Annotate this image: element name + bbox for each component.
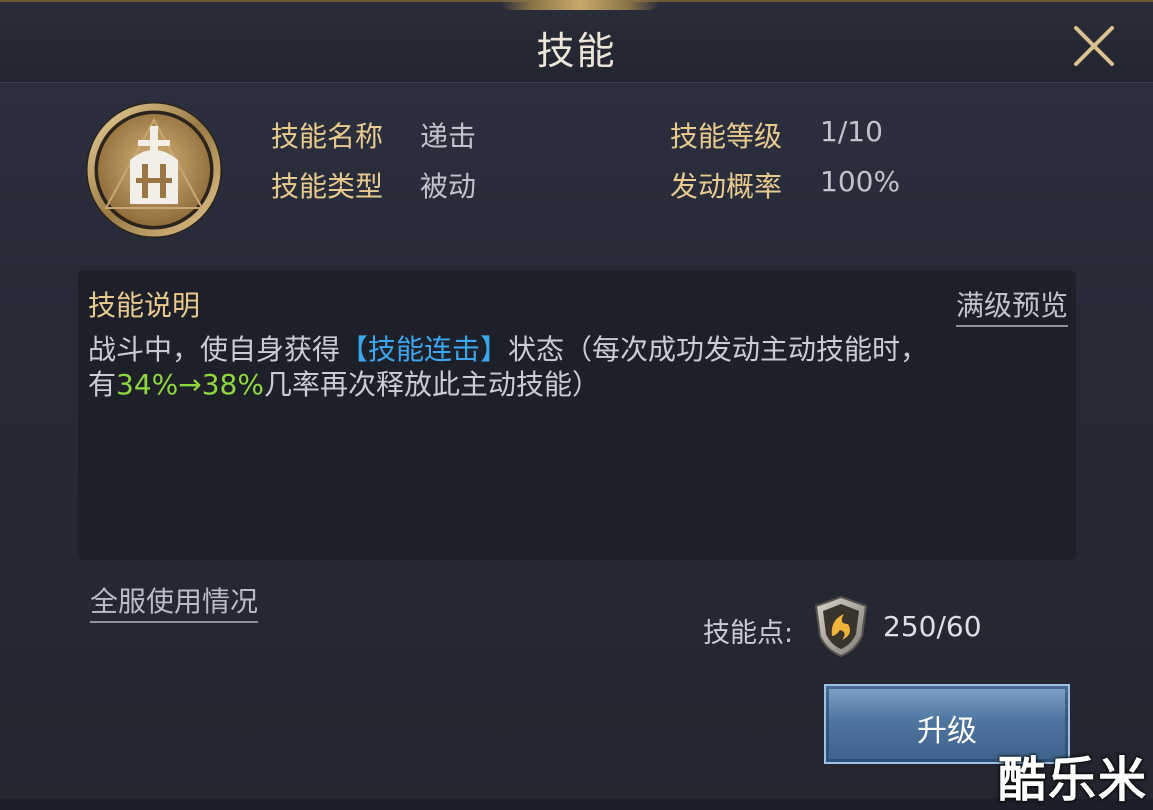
trigger-rate-label: 发动概率: [670, 170, 783, 203]
description-box: 技能说明 满级预览 战斗中，使自身获得【技能连击】状态（每次成功发动主动技能时，…: [78, 270, 1076, 560]
combo-skill-highlight: 【技能连击】: [340, 333, 509, 366]
skill-points-value: 250/60: [883, 610, 982, 643]
skill-panel: 技能 技能名称 递击 技能类型 被动 技能等级 1/10 发动概率 100% 技…: [0, 0, 1153, 808]
skill-level-value: 1/10: [820, 115, 883, 148]
header-bar: 技能: [0, 0, 1153, 83]
description-line1-end: 状态（每次成功发动主动技能时，: [508, 333, 929, 366]
skill-type-label: 技能类型: [271, 170, 384, 203]
description-line2-end: 几率再次释放此主动技能）: [263, 368, 600, 401]
close-button[interactable]: [1068, 20, 1122, 74]
close-icon: [1074, 26, 1114, 66]
skill-points-icon: [812, 594, 870, 658]
skill-level-label: 技能等级: [670, 120, 783, 153]
description-title: 技能说明: [88, 289, 201, 322]
watermark: 酷乐米: [998, 752, 1149, 808]
server-usage-link[interactable]: 全服使用情况: [90, 580, 259, 623]
skill-icon: [84, 100, 224, 240]
skill-name-value: 递击: [420, 120, 477, 153]
trigger-rate-value: 100%: [820, 165, 901, 198]
shield-emblem-icon: [814, 595, 868, 658]
skill-type-value: 被动: [420, 170, 477, 203]
skill-name-label: 技能名称: [271, 120, 384, 153]
description-line2-start: 有: [88, 368, 117, 401]
max-level-preview-link[interactable]: 满级预览: [955, 284, 1068, 327]
skill-points-label: 技能点:: [703, 618, 794, 649]
description-line1-start: 战斗中，使自身获得: [88, 333, 341, 366]
window-title: 技能: [536, 29, 617, 73]
description-text: 战斗中，使自身获得【技能连击】状态（每次成功发动主动技能时， 有34%→38%几…: [88, 332, 1063, 402]
knight-helmet-sword-icon: [86, 102, 222, 238]
chance-range-highlight: 34%→38%: [116, 368, 264, 401]
header-crest-ornament: [500, 0, 660, 10]
